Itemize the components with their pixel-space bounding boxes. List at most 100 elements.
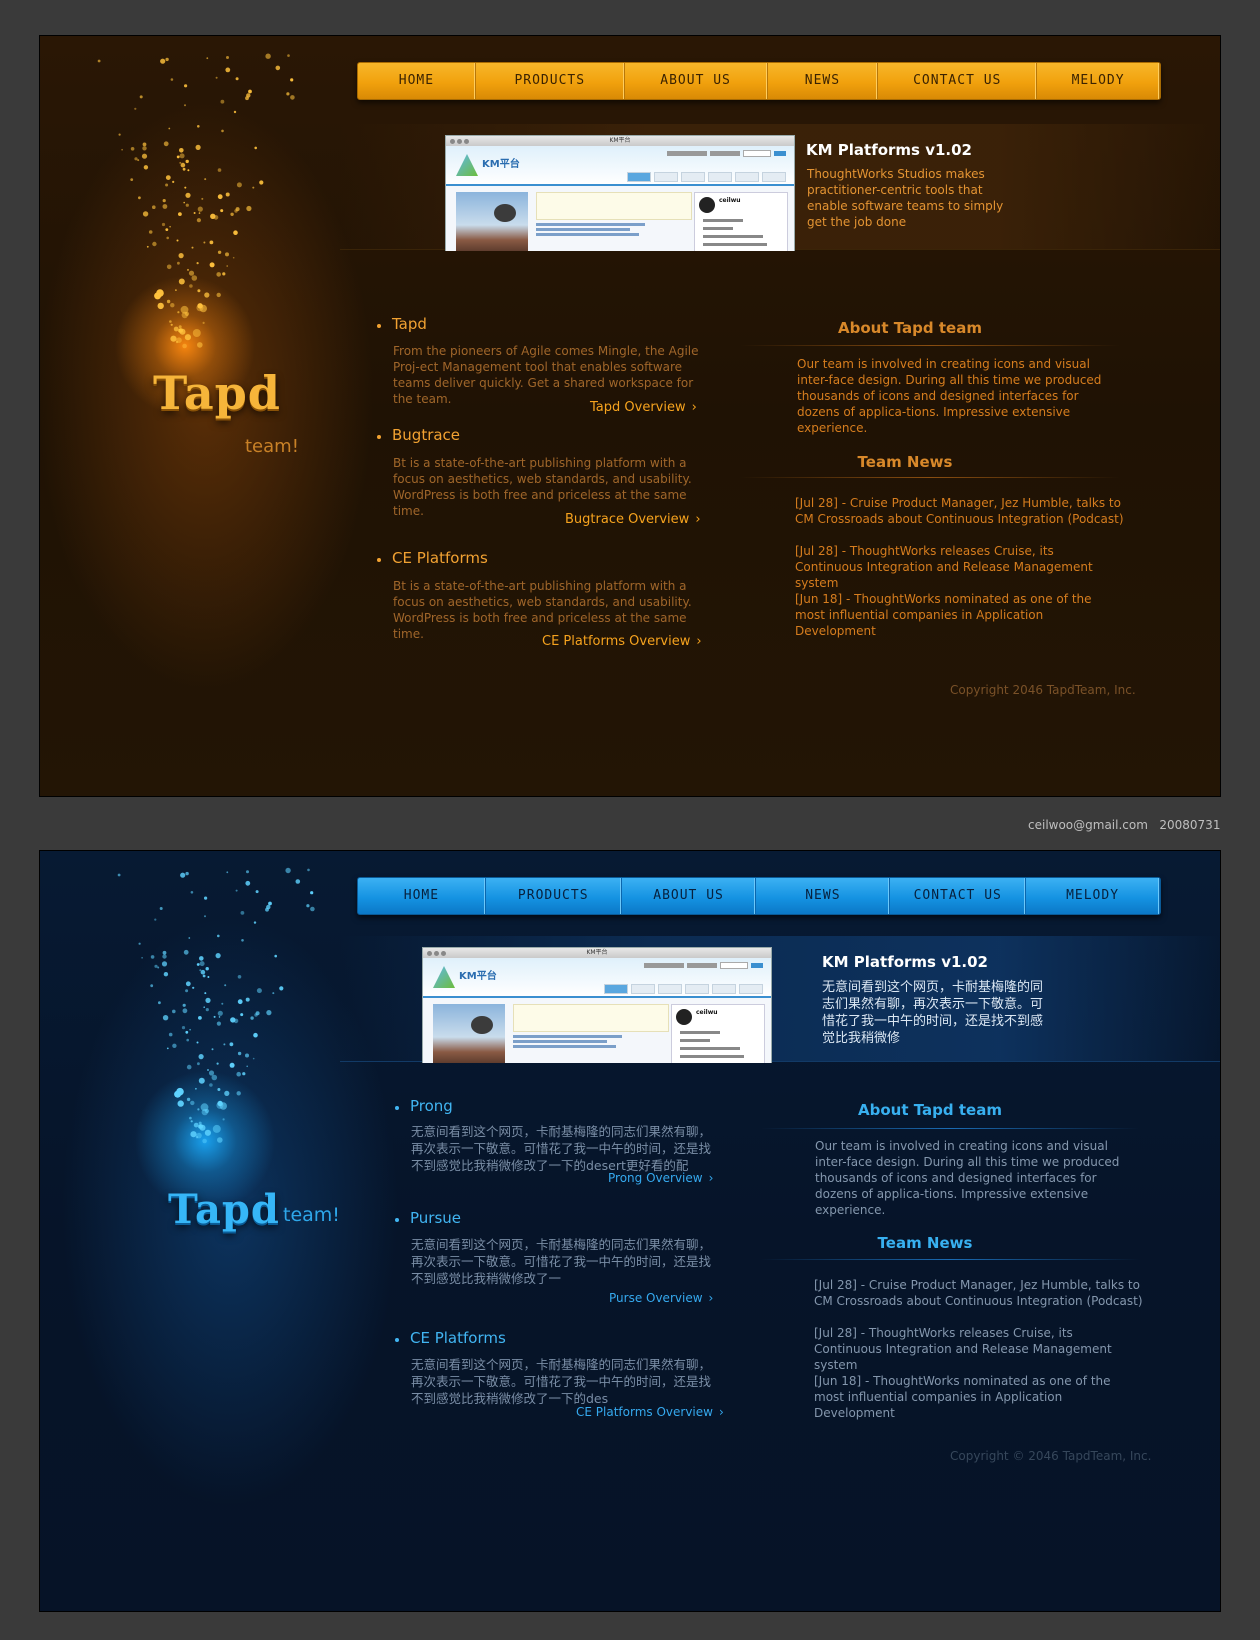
sparkle	[170, 323, 173, 326]
sparkle	[148, 230, 153, 234]
sparkle	[225, 252, 229, 257]
screenshot-login	[644, 962, 763, 969]
news-item[interactable]: [Jul 28] - ThoughtWorks releases Cruise,…	[795, 543, 1125, 591]
nav-products[interactable]: PRODUCTS	[486, 878, 622, 914]
sparkle	[195, 1087, 197, 1090]
product-title: Tapd	[392, 315, 427, 333]
sparkle	[226, 265, 228, 267]
news-item[interactable]: [Jul 28] - Cruise Product Manager, Jez H…	[795, 495, 1125, 527]
feature-band: KM平台 KM平台 ceilwu	[340, 124, 1220, 251]
nav-home[interactable]: HOME	[358, 878, 486, 914]
nav-about-us[interactable]: ABOUT US	[625, 63, 768, 99]
sparkle	[217, 1100, 223, 1107]
bugtrace-overview-link[interactable]: Bugtrace Overview ›	[565, 512, 701, 527]
sparkle	[286, 92, 290, 96]
feature-description: ThoughtWorks Studios makes practitioner-…	[807, 167, 1004, 229]
sparkle	[137, 159, 140, 162]
sparkle	[150, 955, 155, 959]
sparkle	[223, 1043, 226, 1046]
sparkle	[183, 201, 185, 204]
divider	[740, 477, 1120, 478]
nav-melody[interactable]: MELODY	[1026, 878, 1160, 914]
news-title: Team News	[857, 453, 953, 471]
sparkle	[166, 236, 169, 240]
sparkle	[185, 159, 189, 164]
feature-title: KM Platforms v1.02	[822, 953, 988, 971]
sparkle	[295, 879, 301, 884]
sparkle	[154, 292, 162, 300]
nav-home[interactable]: HOME	[358, 63, 476, 99]
km-platform-screenshot[interactable]: KM平台 KM平台 ceilwu	[422, 947, 772, 1063]
ce-platforms-overview-link[interactable]: CE Platforms Overview ›	[576, 1405, 724, 1419]
sparkle	[175, 289, 177, 291]
sparkle	[178, 328, 183, 333]
purse-overview-link[interactable]: Purse Overview ›	[609, 1291, 713, 1305]
sparkle	[166, 264, 172, 270]
sparkle	[117, 873, 121, 877]
sparkle	[152, 205, 156, 209]
sparkle	[182, 167, 186, 171]
sparkle	[170, 78, 174, 81]
sparkle	[159, 907, 163, 910]
ant-illustration	[433, 1004, 505, 1063]
screenshot-tabs	[627, 172, 786, 182]
sparkle	[178, 325, 182, 329]
sparkle	[197, 289, 201, 293]
news-item[interactable]: [Jun 18] - ThoughtWorks nominated as one…	[795, 591, 1125, 639]
sparkle	[202, 974, 206, 978]
sparkle	[222, 272, 226, 276]
news-item[interactable]: [Jul 28] - ThoughtWorks releases Cruise,…	[814, 1325, 1144, 1373]
sparkle	[209, 1083, 213, 1087]
sparkle	[196, 1041, 199, 1044]
sparkle	[254, 1013, 258, 1017]
sparkle	[193, 212, 196, 214]
sparkle	[310, 906, 315, 912]
sparkle	[184, 186, 187, 189]
nav-contact-us[interactable]: CONTACT US	[878, 63, 1038, 99]
about-title: About Tapd team	[838, 319, 982, 337]
sparkle	[138, 942, 141, 945]
sparkle	[196, 963, 200, 966]
sparkle	[166, 1047, 169, 1050]
sparkle	[178, 253, 184, 259]
nav-products[interactable]: PRODUCTS	[476, 63, 625, 99]
sparkle	[275, 65, 281, 71]
sparkle	[234, 209, 238, 213]
sparkle	[217, 168, 222, 172]
km-logo-icon	[456, 154, 478, 176]
sparkle	[221, 1002, 224, 1005]
sparkle	[253, 1032, 258, 1038]
sparkle	[200, 969, 206, 975]
prong-overview-link[interactable]: Prong Overview ›	[608, 1171, 713, 1185]
nav-news[interactable]: NEWS	[756, 878, 891, 914]
feature-title: KM Platforms v1.02	[806, 141, 972, 159]
sparkle	[172, 1009, 176, 1014]
ce-platforms-overview-link[interactable]: CE Platforms Overview ›	[542, 634, 702, 649]
about-text: Our team is involved in creating icons a…	[815, 1139, 1120, 1217]
sparkle	[274, 954, 277, 958]
sparkle	[206, 57, 209, 60]
nav-melody[interactable]: MELODY	[1037, 63, 1160, 99]
product-title: CE Platforms	[410, 1329, 506, 1347]
sparkle	[197, 342, 203, 348]
sparkle	[162, 204, 168, 209]
sparkle	[253, 921, 257, 924]
nav-contact-us[interactable]: CONTACT US	[890, 878, 1027, 914]
sparkle	[186, 1064, 192, 1070]
sparkle	[190, 1100, 195, 1106]
sparkle	[182, 1003, 186, 1007]
sparkle	[236, 1071, 241, 1077]
sparkle	[162, 954, 167, 959]
sparkle	[179, 153, 185, 159]
news-item[interactable]: [Jul 28] - Cruise Product Manager, Jez H…	[814, 1277, 1144, 1309]
sparkle	[184, 104, 186, 107]
nav-about-us[interactable]: ABOUT US	[622, 878, 757, 914]
sparkle	[233, 230, 238, 235]
screenshot-brand: KM平台	[482, 159, 520, 170]
nav-news[interactable]: NEWS	[768, 63, 879, 99]
km-platform-screenshot[interactable]: KM平台 KM平台 ceilwu	[445, 135, 795, 251]
news-item[interactable]: [Jun 18] - ThoughtWorks nominated as one…	[814, 1373, 1144, 1421]
sparkle	[213, 1015, 216, 1018]
tapd-overview-link[interactable]: Tapd Overview ›	[590, 400, 697, 415]
sparkle	[236, 182, 242, 188]
